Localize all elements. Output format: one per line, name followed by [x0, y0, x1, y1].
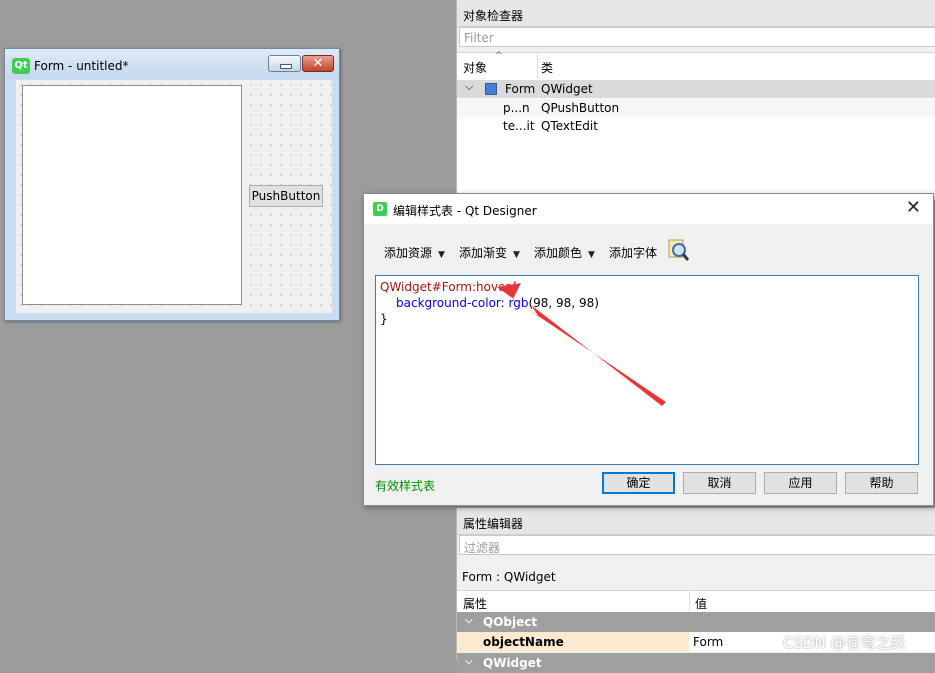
- qt-logo-icon: Qt: [12, 58, 30, 74]
- dropdown-arrow-icon: ▼: [438, 250, 445, 260]
- property-filter-placeholder: 过滤器: [464, 541, 501, 555]
- tree-object-name: Form: [505, 82, 536, 96]
- object-inspector-title: 对象检查器: [463, 9, 524, 23]
- dropdown-arrow-icon: ▼: [513, 250, 520, 260]
- text-edit-widget[interactable]: [22, 85, 242, 305]
- tree-row-textedit[interactable]: te...it QTextEdit: [457, 117, 935, 135]
- help-button[interactable]: 帮助: [845, 472, 918, 494]
- tree-object-name: p...n: [503, 101, 530, 115]
- add-resource-button[interactable]: 添加资源 ▼: [384, 244, 445, 261]
- form-title-bar[interactable]: Qt Form - untitled* ✕: [5, 49, 339, 79]
- header-property[interactable]: 属性: [463, 595, 487, 612]
- property-name: objectName: [483, 635, 564, 649]
- property-editor-title: 属性编辑器: [463, 517, 524, 531]
- watermark: CSDN @苍穹之跃: [783, 634, 906, 652]
- property-class-text: Form : QWidget: [462, 570, 556, 584]
- add-color-button[interactable]: 添加颜色 ▼: [534, 244, 595, 261]
- code-line-selector: QWidget#Form:hover{: [380, 280, 519, 294]
- add-gradient-button[interactable]: 添加渐变 ▼: [459, 244, 520, 261]
- object-inspector-panel: 对象检查器 Filter 对象 ^ 类 ⌵ Form QWidget p...n…: [456, 0, 935, 200]
- header-class[interactable]: 类: [541, 53, 641, 79]
- form-design-canvas[interactable]: PushButton: [16, 80, 332, 313]
- designer-logo-icon: D: [373, 202, 387, 216]
- add-font-label: 添加字体: [609, 246, 658, 260]
- column-divider[interactable]: [537, 53, 538, 79]
- form-window-title: Form - untitled*: [34, 59, 129, 73]
- tree-row-form[interactable]: ⌵ Form QWidget: [457, 80, 935, 98]
- valid-stylesheet-label: 有效样式表: [375, 479, 436, 493]
- object-filter-placeholder: Filter: [464, 31, 494, 45]
- object-filter-input[interactable]: Filter: [459, 27, 935, 47]
- chevron-down-icon[interactable]: ⌵: [465, 615, 473, 626]
- apply-button[interactable]: 应用: [764, 472, 837, 494]
- property-class-label: Form : QWidget: [457, 566, 935, 588]
- property-header: 属性 值: [457, 590, 935, 613]
- code-line-property: background-color: rgb(98, 98, 98): [396, 296, 599, 310]
- tree-row-pushbutton[interactable]: p...n QPushButton: [457, 99, 935, 117]
- column-divider[interactable]: [689, 591, 690, 613]
- dialog-title: 编辑样式表 - Qt Designer: [393, 204, 537, 218]
- widget-icon: [485, 83, 497, 95]
- add-font-button[interactable]: 添加字体: [609, 244, 657, 261]
- object-tree[interactable]: 对象 ^ 类 ⌵ Form QWidget p...n QPushButton …: [457, 51, 935, 200]
- property-filter-input[interactable]: 过滤器: [459, 535, 935, 555]
- chevron-down-icon[interactable]: ⌵: [465, 656, 473, 667]
- minimize-button[interactable]: [268, 55, 301, 72]
- group-qobject[interactable]: ⌵ QObject: [457, 612, 935, 632]
- tree-class-name: QTextEdit: [541, 119, 598, 133]
- add-color-label: 添加颜色: [534, 246, 583, 260]
- code-line-close: }: [380, 312, 388, 326]
- dialog-title-bar[interactable]: D 编辑样式表 - Qt Designer ✕: [364, 194, 933, 224]
- tree-object-name: te...it: [503, 119, 535, 133]
- object-inspector-title-bar: 对象检查器: [457, 0, 935, 27]
- tree-class-name: QPushButton: [541, 101, 620, 115]
- header-value[interactable]: 值: [695, 595, 707, 612]
- property-name-cell: objectName: [457, 632, 689, 652]
- stylesheet-text-editor[interactable]: QWidget#Form:hover{ background-color: rg…: [375, 275, 919, 465]
- property-value[interactable]: Form: [693, 635, 723, 649]
- code-value: (98, 98, 98): [528, 296, 599, 310]
- group-label: QWidget: [483, 656, 542, 670]
- magnifier-icon[interactable]: [668, 239, 690, 263]
- add-resource-label: 添加资源: [384, 246, 433, 260]
- property-editor-title-bar: 属性编辑器: [457, 508, 935, 535]
- edit-stylesheet-dialog[interactable]: D 编辑样式表 - Qt Designer ✕ 添加资源 ▼ 添加渐变 ▼ 添加颜色…: [363, 193, 934, 506]
- push-button-widget[interactable]: PushButton: [249, 185, 323, 207]
- add-gradient-label: 添加渐变: [459, 246, 508, 260]
- sort-arrow-icon: ^: [495, 51, 503, 61]
- dropdown-arrow-icon: ▼: [588, 250, 595, 260]
- code-property: background-color: rgb: [396, 296, 529, 310]
- group-qwidget[interactable]: ⌵ QWidget: [457, 653, 935, 673]
- close-icon[interactable]: ✕: [906, 197, 921, 218]
- group-label: QObject: [483, 615, 538, 629]
- chevron-down-icon[interactable]: ⌵: [465, 80, 473, 94]
- close-button[interactable]: ✕: [302, 55, 334, 72]
- cancel-button[interactable]: 取消: [683, 472, 756, 494]
- form-preview-window[interactable]: Qt Form - untitled* ✕ PushButton: [4, 48, 340, 321]
- tree-class-name: QWidget: [541, 82, 593, 96]
- ok-button[interactable]: 确定: [602, 472, 675, 494]
